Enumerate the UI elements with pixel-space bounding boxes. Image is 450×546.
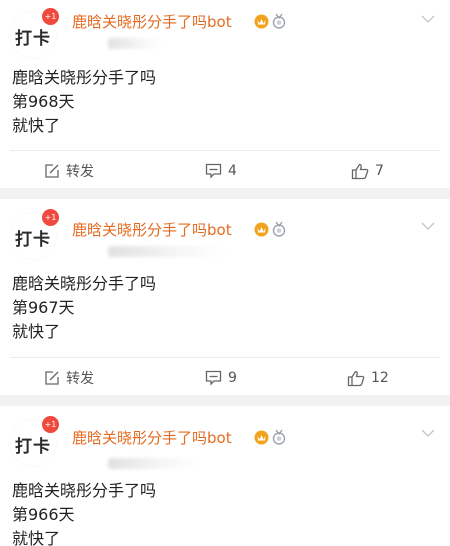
- username[interactable]: 鹿晗关晓彤分手了吗bot: [72, 427, 232, 448]
- comment-count: 4: [228, 163, 237, 179]
- plus-one-badge: +1: [42, 8, 59, 25]
- action-bar: 转发 4 7: [0, 151, 450, 191]
- like-count: 12: [371, 370, 389, 386]
- content-line: 就快了: [12, 116, 61, 135]
- vip-crown-icon: [254, 222, 269, 236]
- post-meta-blurred: [108, 38, 162, 49]
- content-line: 就快了: [12, 529, 61, 546]
- vip-crown-icon: [254, 430, 269, 444]
- comment-button[interactable]: 4: [205, 151, 237, 191]
- repost-icon: [45, 371, 59, 385]
- chevron-down-icon[interactable]: [420, 14, 436, 24]
- post-card: 打卡 +1 鹿晗关晓彤分手了吗bot 鹿晗关晓彤分手了吗 第967天 就快了 转…: [0, 199, 450, 395]
- content-line: 鹿晗关晓彤分手了吗: [12, 481, 157, 500]
- vip-crown-icon: [254, 14, 269, 28]
- content-line: 就快了: [12, 322, 61, 341]
- medal-icon: [272, 429, 286, 445]
- content-line: 第967天: [12, 298, 75, 317]
- repost-button[interactable]: 转发: [44, 358, 94, 398]
- medal-icon: [272, 221, 286, 237]
- repost-label: 转发: [66, 371, 94, 387]
- post-card: 打卡 +1 鹿晗关晓彤分手了吗bot 鹿晗关晓彤分手了吗 第966天 就快了: [0, 406, 450, 546]
- post-content: 鹿晗关晓彤分手了吗 第967天 就快了: [12, 272, 156, 344]
- comment-icon: [205, 163, 222, 179]
- like-count: 7: [375, 163, 384, 179]
- plus-one-badge: +1: [42, 416, 59, 433]
- post-meta-blurred: [108, 246, 228, 257]
- avatar-label: 打卡: [15, 437, 51, 457]
- avatar-label: 打卡: [15, 29, 51, 49]
- username[interactable]: 鹿晗关晓彤分手了吗bot: [72, 11, 232, 32]
- vip-icons: [254, 221, 286, 237]
- post-card: 打卡 +1 鹿晗关晓彤分手了吗bot 鹿晗关晓彤分手了吗 第968天 就快了 转…: [0, 0, 450, 188]
- like-button[interactable]: 7: [351, 151, 384, 191]
- plus-one-badge: +1: [42, 209, 59, 226]
- comment-button[interactable]: 9: [205, 358, 237, 398]
- post-content: 鹿晗关晓彤分手了吗 第968天 就快了: [12, 66, 156, 138]
- repost-icon: [45, 164, 59, 178]
- post-content: 鹿晗关晓彤分手了吗 第966天 就快了: [12, 479, 156, 546]
- thumbs-up-icon: [347, 370, 365, 386]
- weibo-feed: 打卡 +1 鹿晗关晓彤分手了吗bot 鹿晗关晓彤分手了吗 第968天 就快了 转…: [0, 0, 450, 546]
- thumbs-up-icon: [351, 163, 369, 179]
- avatar[interactable]: 打卡 +1: [10, 8, 59, 58]
- avatar-label: 打卡: [15, 230, 51, 250]
- comment-icon: [205, 370, 222, 386]
- like-button[interactable]: 12: [347, 358, 389, 398]
- avatar[interactable]: 打卡 +1: [10, 416, 59, 466]
- comment-count: 9: [228, 370, 237, 386]
- vip-icons: [254, 13, 286, 29]
- post-meta-blurred: [108, 458, 198, 469]
- repost-label: 转发: [66, 164, 94, 180]
- chevron-down-icon[interactable]: [420, 221, 436, 231]
- medal-icon: [272, 13, 286, 29]
- content-line: 鹿晗关晓彤分手了吗: [12, 274, 157, 293]
- action-bar: 转发 9 12: [0, 358, 450, 398]
- chevron-down-icon[interactable]: [420, 428, 436, 438]
- content-line: 第966天: [12, 505, 75, 524]
- vip-icons: [254, 429, 286, 445]
- avatar[interactable]: 打卡 +1: [10, 209, 59, 259]
- content-line: 鹿晗关晓彤分手了吗: [12, 68, 157, 87]
- username[interactable]: 鹿晗关晓彤分手了吗bot: [72, 219, 232, 240]
- content-line: 第968天: [12, 92, 75, 111]
- repost-button[interactable]: 转发: [44, 151, 94, 191]
